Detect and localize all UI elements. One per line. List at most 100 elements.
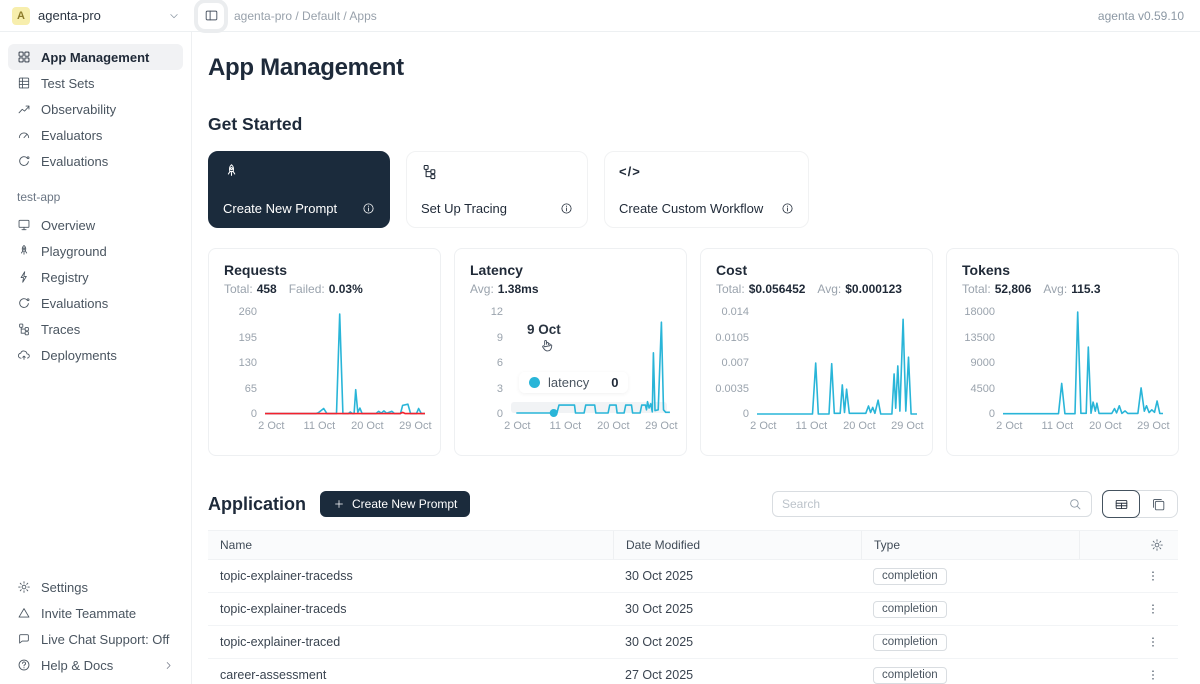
main-content: App Management Get Started Create New Pr…: [192, 32, 1200, 684]
sidebar-item-label: Settings: [41, 580, 88, 595]
monitor-icon: [17, 218, 31, 232]
sidebar-item-evaluators[interactable]: Evaluators: [8, 122, 183, 148]
x-axis-labels: 2 Oct11 Oct20 Oct29 Oct: [512, 420, 672, 436]
chart-plot: [265, 310, 425, 416]
sidebar-item-invite-teammate[interactable]: Invite Teammate: [8, 600, 183, 626]
y-axis-labels: 1800013500900045000: [962, 310, 995, 416]
cell-type: completion: [861, 568, 1079, 585]
sidebar-item-label: Test Sets: [41, 76, 94, 91]
column-header-name[interactable]: Name: [208, 531, 613, 559]
row-menu-button[interactable]: [1146, 668, 1160, 682]
cell-date-modified: 27 Oct 2025: [613, 668, 861, 682]
create-new-prompt-button[interactable]: Create New Prompt: [320, 491, 470, 517]
series-dot: [529, 377, 540, 388]
get-started-heading: Get Started: [208, 114, 1178, 135]
chart-stats: Avg:1.38ms: [470, 282, 671, 296]
sidebar-item-settings[interactable]: Settings: [8, 574, 183, 600]
branch-icon: [17, 322, 31, 336]
card-view-button[interactable]: [1139, 491, 1177, 517]
sidebar-item-label: Registry: [41, 270, 89, 285]
sidebar-item-app-management[interactable]: App Management: [8, 44, 183, 70]
org-name: agenta-pro: [38, 8, 101, 23]
sidebar-item-label: Help & Docs: [41, 658, 113, 673]
column-header-type[interactable]: Type: [861, 531, 1079, 559]
type-badge: completion: [873, 601, 947, 618]
redo-circle-icon: [17, 154, 31, 168]
cell-type: completion: [861, 634, 1079, 651]
get-started-card-create-custom-workflow[interactable]: </>Create Custom Workflow: [604, 151, 809, 228]
sidebar-item-label: Traces: [41, 322, 80, 337]
search-icon[interactable]: [1068, 497, 1082, 511]
row-menu-button[interactable]: [1146, 635, 1160, 649]
card-label: Create New Prompt: [223, 201, 337, 216]
y-axis-labels: 129630: [470, 310, 503, 416]
get-started-card-create-new-prompt[interactable]: Create New Prompt: [208, 151, 390, 228]
sidebar-item-registry[interactable]: Registry: [8, 264, 183, 290]
sidebar-item-test-sets[interactable]: Test Sets: [8, 70, 183, 96]
code-icon: </>: [619, 163, 794, 181]
cell-type: completion: [861, 667, 1079, 684]
search-input[interactable]: [782, 497, 1062, 511]
table-row[interactable]: topic-explainer-tracedss30 Oct 2025compl…: [208, 560, 1178, 593]
panel-icon: [204, 8, 219, 23]
rocket-icon: [223, 163, 375, 180]
info-icon[interactable]: [781, 202, 794, 215]
hand-cursor-icon: [539, 338, 554, 353]
chart-card-latency: LatencyAvg:1.38ms1296309 Octlatency02 Oc…: [454, 248, 687, 456]
redo-circle-icon: [17, 296, 31, 310]
tooltip-date: 9 Oct: [527, 322, 561, 337]
type-badge: completion: [873, 667, 947, 684]
rocket-icon: [17, 244, 31, 258]
chart-stats: Total:$0.056452Avg:$0.000123: [716, 282, 917, 296]
chevron-right-icon: [163, 660, 174, 671]
sidebar-item-overview[interactable]: Overview: [8, 212, 183, 238]
cloud-upload-icon: [17, 348, 31, 362]
test-sets-icon: [17, 76, 31, 90]
y-axis-labels: 0.0140.01050.0070.00350: [716, 310, 749, 416]
get-started-card-set-up-tracing[interactable]: Set Up Tracing: [406, 151, 588, 228]
version-label: agenta v0.59.10: [1098, 9, 1200, 23]
charts-row: RequestsTotal:458Failed:0.03%26019513065…: [208, 248, 1178, 456]
y-axis-labels: 260195130650: [224, 310, 257, 416]
top-bar: A agenta-pro agenta-pro / Default / Apps…: [0, 0, 1200, 32]
chart-card-cost: CostTotal:$0.056452Avg:$0.0001230.0140.0…: [700, 248, 933, 456]
row-menu-button[interactable]: [1146, 569, 1160, 583]
chart-stats: Total:458Failed:0.03%: [224, 282, 425, 296]
sidebar-item-help-docs[interactable]: Help & Docs: [8, 652, 183, 678]
sidebar-item-deployments[interactable]: Deployments: [8, 342, 183, 368]
info-icon[interactable]: [362, 202, 375, 215]
table-row[interactable]: topic-explainer-traceds30 Oct 2025comple…: [208, 593, 1178, 626]
sidebar-item-label: Overview: [41, 218, 95, 233]
table-row[interactable]: topic-explainer-traced30 Oct 2025complet…: [208, 626, 1178, 659]
sidebar-project-nav: Overview Playground Registry Evaluations Tra…: [0, 212, 191, 368]
chart-tooltip: latency0: [519, 372, 628, 393]
sidebar-item-evaluations[interactable]: Evaluations: [8, 290, 183, 316]
table-view-button[interactable]: [1102, 490, 1140, 518]
sidebar-toggle-button[interactable]: [198, 3, 224, 29]
application-heading: Application: [208, 494, 306, 515]
chart-stats: Total:52,806Avg:115.3: [962, 282, 1163, 296]
info-icon[interactable]: [560, 202, 573, 215]
create-new-prompt-label: Create New Prompt: [352, 497, 457, 511]
card-label: Set Up Tracing: [421, 201, 507, 216]
applications-table: Name Date Modified Type topic-explainer-…: [208, 530, 1178, 684]
lightning-icon: [17, 270, 31, 284]
table-row[interactable]: career-assessment27 Oct 2025completion: [208, 659, 1178, 684]
table-settings-gear-icon[interactable]: [1150, 538, 1164, 552]
type-badge: completion: [873, 634, 947, 651]
sidebar-item-observability[interactable]: Observability: [8, 96, 183, 122]
org-switcher[interactable]: A agenta-pro: [0, 7, 192, 25]
sidebar-main-nav: App ManagementTest SetsObservabilityEval…: [0, 44, 191, 174]
sidebar-item-playground[interactable]: Playground: [8, 238, 183, 264]
sidebar-item-evaluations[interactable]: Evaluations: [8, 148, 183, 174]
chart-title: Tokens: [962, 262, 1163, 278]
sidebar-item-traces[interactable]: Traces: [8, 316, 183, 342]
sidebar-item-live-chat-support-off[interactable]: Live Chat Support: Off: [8, 626, 183, 652]
triangle-icon: [17, 606, 31, 620]
sidebar-footer-nav: Settings Invite TeammateLive Chat Support…: [0, 574, 191, 684]
project-label: test-app: [17, 190, 191, 204]
type-badge: completion: [873, 568, 947, 585]
column-header-date-modified[interactable]: Date Modified: [613, 531, 861, 559]
x-axis-labels: 2 Oct11 Oct20 Oct29 Oct: [758, 420, 918, 436]
row-menu-button[interactable]: [1146, 602, 1160, 616]
